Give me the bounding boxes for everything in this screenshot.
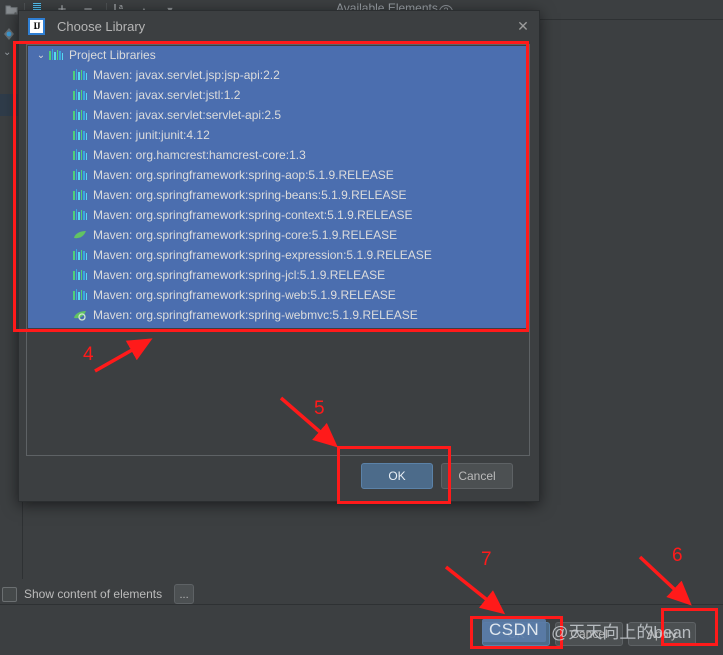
more-options-button[interactable]: ... [174, 584, 195, 604]
cancel-button[interactable]: Cancel [555, 622, 623, 646]
maven-bars-icon [73, 209, 87, 220]
tree-row[interactable]: Maven: org.springframework:spring-contex… [27, 205, 529, 225]
dialog-buttons: OK Cancel [19, 463, 539, 489]
maven-bars-icon [73, 149, 87, 160]
screen-root: + − a ▲ ▼ Available Elements? ⌄ ⌄ Show c… [0, 0, 723, 655]
rail-expand-icon[interactable]: ⌄ [3, 47, 11, 58]
maven-bars-icon [73, 289, 87, 300]
tree-row-label: Maven: org.springframework:spring-webmvc… [93, 308, 418, 322]
tree-row[interactable]: Maven: org.springframework:spring-aop:5.… [27, 165, 529, 185]
maven-bars-icon [73, 169, 87, 180]
chevron-down-icon[interactable]: ⌄ [35, 50, 47, 61]
tree-row[interactable]: Maven: org.springframework:spring-jcl:5.… [27, 265, 529, 285]
module-icon[interactable] [3, 2, 19, 17]
maven-bars-icon [73, 69, 87, 80]
tree-row-label: Maven: javax.servlet:jstl:1.2 [93, 88, 241, 102]
tree-row-label: Maven: org.springframework:spring-contex… [93, 208, 413, 222]
dialog-cancel-button[interactable]: Cancel [441, 463, 513, 489]
tree-row[interactable]: Maven: org.springframework:spring-expres… [27, 245, 529, 265]
show-content-checkbox[interactable] [2, 586, 17, 602]
dialog-title: Choose Library [57, 18, 146, 34]
library-tree[interactable]: ⌄ Project Libraries Maven: javax.servlet.j… [27, 45, 529, 325]
ok-button[interactable]: OK [482, 622, 550, 646]
maven-bars-icon [73, 109, 87, 120]
spring-leaf-icon [74, 231, 86, 239]
tree-row-label: Maven: org.springframework:spring-aop:5.… [93, 168, 394, 182]
tree-row[interactable]: Maven: org.springframework:spring-web:5.… [27, 285, 529, 305]
rail-selected-row[interactable] [0, 94, 20, 116]
tree-row-label: Maven: org.springframework:spring-jcl:5.… [93, 268, 386, 282]
intellij-logo-icon: IJ [28, 17, 45, 35]
tree-row[interactable]: Maven: javax.servlet:jstl:1.2 [27, 85, 529, 105]
apply-button[interactable]: Apply [628, 622, 696, 646]
maven-bars-icon [73, 249, 87, 260]
choose-library-dialog: IJ Choose Library ✕ ⌄ Project Libraries Ma… [18, 10, 540, 502]
artifact-icon[interactable] [2, 27, 16, 41]
close-icon[interactable]: ✕ [516, 19, 530, 33]
maven-bars-icon [73, 89, 87, 100]
tree-row-label: Maven: javax.servlet:servlet-api:2.5 [93, 108, 282, 122]
dialog-ok-button[interactable]: OK [361, 463, 433, 489]
spring-mvc-leaf-icon [74, 311, 86, 321]
tree-row-label: Maven: org.springframework:spring-expres… [93, 248, 432, 262]
tree-row-label: Maven: javax.servlet.jsp:jsp-api:2.2 [93, 68, 280, 82]
tree-row-label: Maven: junit:junit:4.12 [93, 128, 210, 142]
tree-row[interactable]: Maven: org.springframework:spring-beans:… [27, 185, 529, 205]
dialog-footer-buttons: OK Cancel Apply [482, 622, 696, 646]
show-content-row: Show content of elements ... [0, 583, 723, 605]
tree-row[interactable]: Maven: javax.servlet:servlet-api:2.5 [27, 105, 529, 125]
show-content-label: Show content of elements [24, 587, 163, 601]
maven-bars-icon [73, 129, 87, 140]
maven-bars-icon [49, 49, 63, 60]
tree-row-project-libraries[interactable]: ⌄ Project Libraries [27, 45, 529, 65]
maven-bars-icon [73, 269, 87, 280]
dialog-titlebar: IJ Choose Library ✕ [19, 11, 539, 41]
tree-row-label: Maven: org.springframework:spring-web:5.… [93, 288, 396, 302]
tree-row[interactable]: Maven: javax.servlet.jsp:jsp-api:2.2 [27, 65, 529, 85]
tree-row[interactable]: Maven: junit:junit:4.12 [27, 125, 529, 145]
maven-bars-icon [73, 189, 87, 200]
tree-row-label: Project Libraries [69, 48, 156, 62]
tree-row[interactable]: Maven: org.springframework:spring-webmvc… [27, 305, 529, 325]
tree-row[interactable]: Maven: org.hamcrest:hamcrest-core:1.3 [27, 145, 529, 165]
tree-row-label: Maven: org.springframework:spring-core:5… [93, 228, 398, 242]
annotation-label-6: 6 [672, 545, 683, 566]
tree-row-label: Maven: org.hamcrest:hamcrest-core:1.3 [93, 148, 306, 162]
tree-row-label: Maven: org.springframework:spring-beans:… [93, 188, 407, 202]
annotation-label-7: 7 [481, 549, 492, 570]
library-tree-panel[interactable]: ⌄ Project Libraries Maven: javax.servlet.j… [26, 44, 530, 456]
tree-row[interactable]: Maven: org.springframework:spring-core:5… [27, 225, 529, 245]
